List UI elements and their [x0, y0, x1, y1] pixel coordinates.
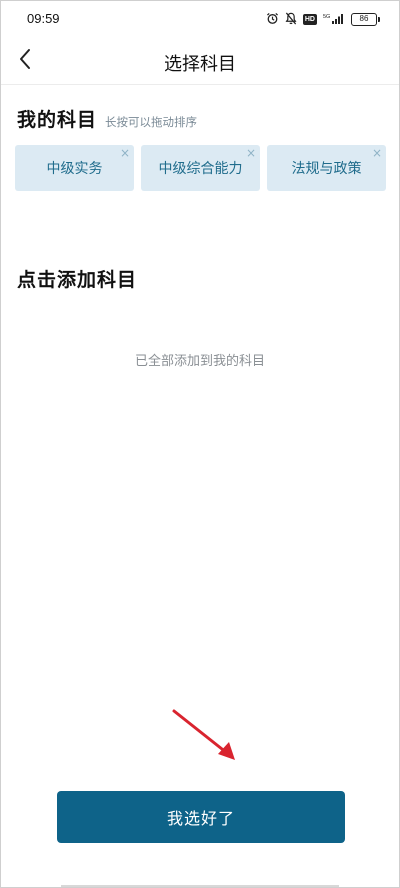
status-icons: HD 5G 86: [266, 10, 380, 29]
battery-icon: 86: [351, 12, 380, 26]
my-subjects-hint: 长按可以拖动排序: [105, 115, 198, 129]
subject-chip[interactable]: 法规与政策 ×: [267, 145, 386, 191]
subject-chip[interactable]: 中级综合能力 ×: [141, 145, 260, 191]
close-icon[interactable]: ×: [246, 146, 256, 160]
add-subjects-empty-text: 已全部添加到我的科目: [134, 354, 265, 369]
subject-chip[interactable]: 中级实务 ×: [15, 145, 134, 191]
close-icon[interactable]: ×: [372, 146, 382, 160]
my-subjects-list: 中级实务 × 中级综合能力 × 法规与政策 ×: [15, 145, 387, 191]
red-arrow-icon: [169, 705, 241, 765]
page-title: 选择科目: [164, 54, 236, 75]
bottom-divider: [61, 885, 339, 887]
confirm-button[interactable]: 我选好了: [57, 791, 345, 843]
my-subjects-header: 我的科目 长按可以拖动排序: [17, 105, 197, 132]
mute-icon: [285, 10, 297, 29]
status-time: 09:59: [27, 11, 60, 26]
my-subjects-title: 我的科目: [17, 109, 98, 131]
alarm-icon: [266, 10, 279, 29]
subject-chip-label: 中级综合能力: [158, 161, 243, 177]
subject-chip-label: 法规与政策: [291, 161, 362, 177]
hd-badge: HD: [302, 13, 317, 25]
signal-icon: 5G: [323, 10, 345, 29]
confirm-button-label: 我选好了: [166, 809, 235, 828]
add-subjects-title: 点击添加科目: [17, 269, 138, 291]
close-icon[interactable]: ×: [120, 146, 130, 160]
nav-bar: 选择科目: [1, 37, 399, 85]
svg-text:5G: 5G: [323, 14, 330, 20]
screen: 09:59 HD 5G 86 选择科目 我的科目 长按可以拖动排序 中级实务 ×…: [0, 0, 400, 888]
subject-chip-label: 中级实务: [46, 161, 103, 177]
status-bar: 09:59 HD 5G 86: [1, 1, 399, 37]
